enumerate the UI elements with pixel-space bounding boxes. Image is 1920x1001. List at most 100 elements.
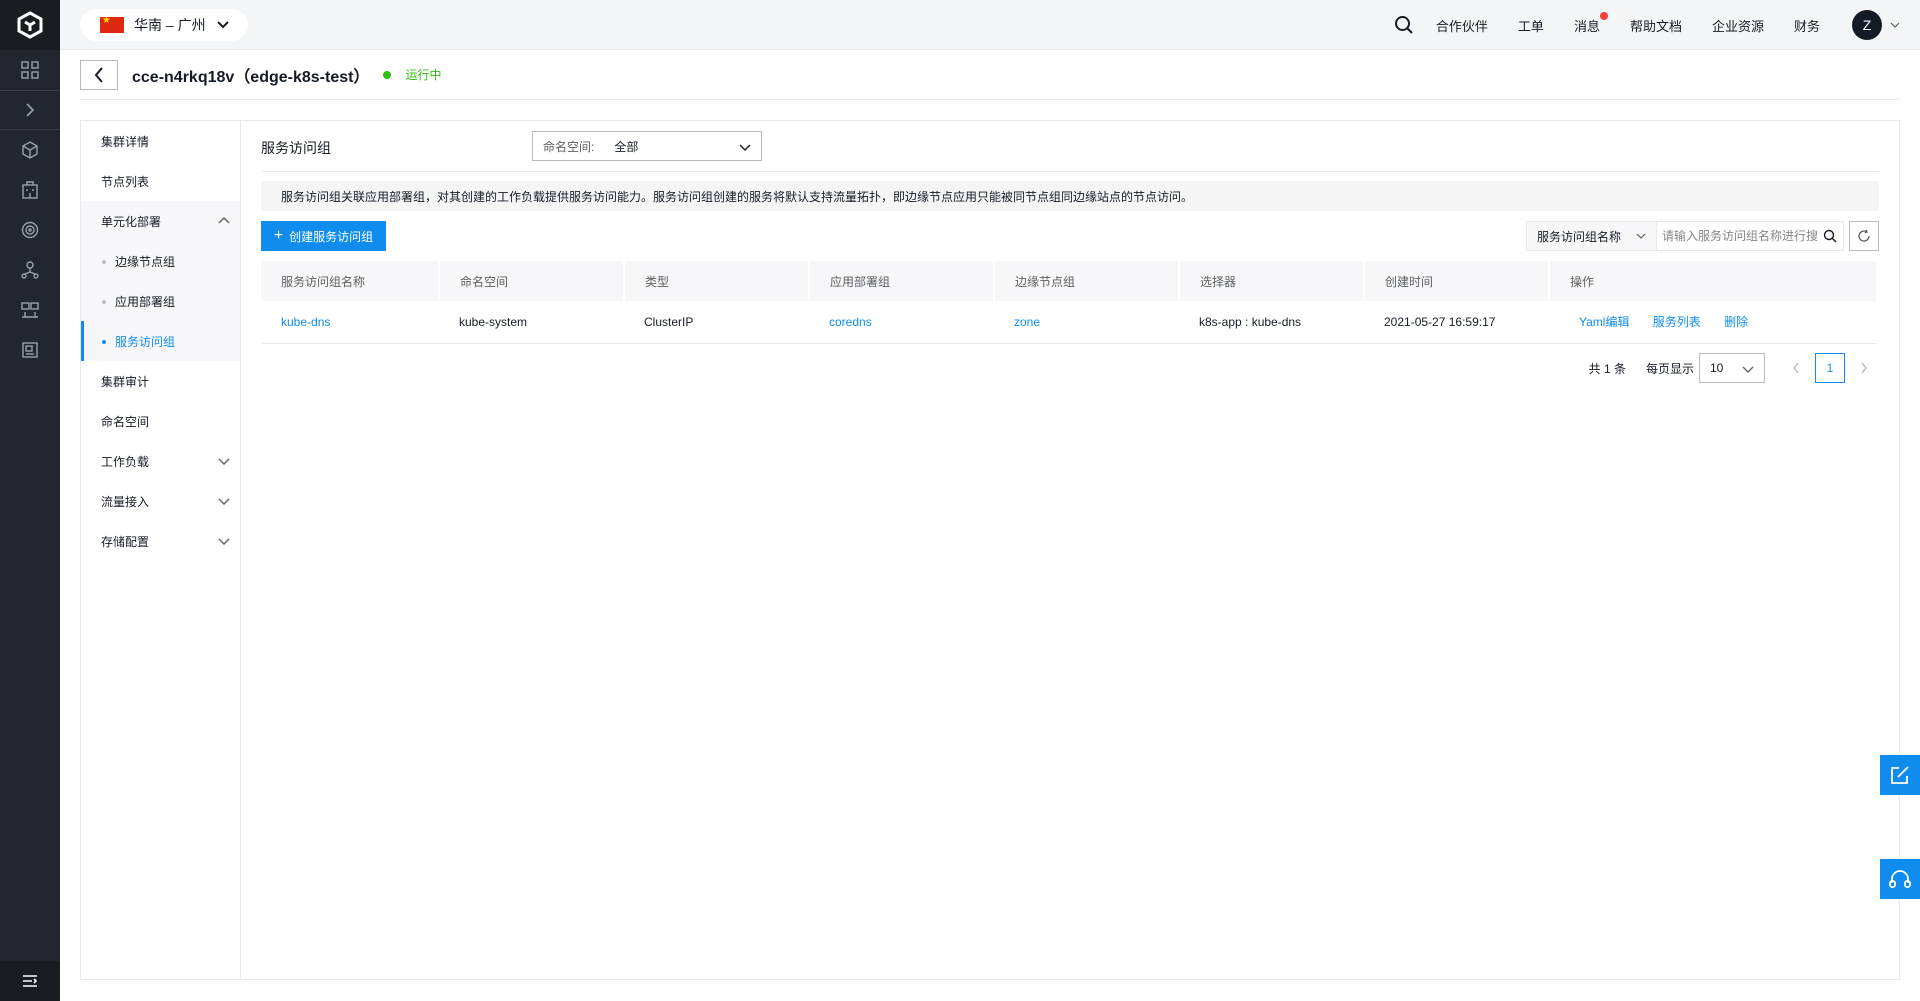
cell-deploy-group: coredns <box>809 301 994 344</box>
page-size-select[interactable]: 10 <box>1699 353 1765 383</box>
search-group: 服务访问组名称 <box>1526 221 1844 251</box>
edit-icon <box>1891 766 1909 784</box>
page-size-value: 10 <box>1710 361 1724 375</box>
subnav-unit-deploy[interactable]: 单元化部署 <box>81 201 240 241</box>
nav-partners[interactable]: 合作伙伴 <box>1436 16 1488 35</box>
subnav-service-access-group[interactable]: 服务访问组 <box>81 321 240 361</box>
subnav-namespace[interactable]: 命名空间 <box>81 401 240 441</box>
main-panel: 集群详情 节点列表 单元化部署 边缘节点组 应用部署组 服务访问组 集群审计 命… <box>80 120 1900 980</box>
pagination: 共 1 条 每页显示 10 1 <box>1589 353 1879 383</box>
rail-item-target[interactable] <box>0 210 60 250</box>
deploy-group-link[interactable]: coredns <box>829 315 872 329</box>
service-access-group-table: 服务访问组名称 命名空间 类型 应用部署组 边缘节点组 选择器 创建时间 操作 … <box>261 261 1878 344</box>
global-search-button[interactable] <box>1394 15 1414 35</box>
namespace-select-label: 命名空间: <box>543 139 595 154</box>
service-name-link[interactable]: kube-dns <box>281 315 330 329</box>
unread-dot <box>1599 11 1608 20</box>
avatar[interactable]: Z <box>1852 10 1882 40</box>
cell-namespace: kube-system <box>439 301 624 344</box>
page-number-button[interactable]: 1 <box>1815 353 1845 383</box>
nav-help-docs[interactable]: 帮助文档 <box>1630 16 1682 35</box>
edge-group-link[interactable]: zone <box>1014 315 1040 329</box>
cluster-subnav: 集群详情 节点列表 单元化部署 边缘节点组 应用部署组 服务访问组 集群审计 命… <box>81 121 241 979</box>
rail-item-building[interactable] <box>0 170 60 210</box>
namespace-select[interactable]: 命名空间: 全部 <box>532 131 762 161</box>
chevron-up-icon <box>218 217 230 224</box>
prev-page-button[interactable] <box>1781 353 1811 383</box>
subnav-node-list[interactable]: 节点列表 <box>81 161 240 201</box>
cell-created: 2021-05-27 16:59:17 <box>1364 301 1549 344</box>
cell-operations: Yaml编辑 服务列表 删除 <box>1549 301 1877 344</box>
chevron-down-icon <box>218 538 230 545</box>
plus-icon: + <box>273 227 284 244</box>
grid-icon <box>21 61 39 79</box>
create-button-label: 创建服务访问组 <box>289 229 374 244</box>
col-namespace: 命名空间 <box>439 261 625 301</box>
rail-menu-button[interactable] <box>0 961 60 1001</box>
col-operations: 操作 <box>1549 261 1878 301</box>
col-selector: 选择器 <box>1179 261 1365 301</box>
subnav-workload[interactable]: 工作负载 <box>81 441 240 481</box>
search-field-select[interactable]: 服务访问组名称 <box>1527 222 1657 250</box>
refresh-button[interactable] <box>1849 221 1879 251</box>
storage-icon <box>22 342 38 358</box>
menu-icon <box>23 975 38 987</box>
chevron-down-icon[interactable] <box>1890 20 1900 30</box>
logo[interactable] <box>0 0 60 50</box>
col-edge-group: 边缘节点组 <box>994 261 1180 301</box>
nav-tickets[interactable]: 工单 <box>1518 16 1544 35</box>
service-list-link[interactable]: 服务列表 <box>1653 315 1701 329</box>
rail-expand-button[interactable] <box>0 90 60 130</box>
subnav-unit-deploy-label: 单元化部署 <box>101 214 162 229</box>
pagination-total: 共 1 条 <box>1588 361 1626 376</box>
region-selector[interactable]: 华南 – 广州 <box>80 9 248 41</box>
monitor-icon <box>21 302 39 318</box>
cell-selector: k8s-app : kube-dns <box>1179 301 1364 344</box>
info-tip: 服务访问组关联应用部署组，对其创建的工作负载提供服务访问能力。服务访问组创建的服… <box>261 181 1879 211</box>
search-field-label: 服务访问组名称 <box>1537 229 1622 244</box>
create-service-access-group-button[interactable]: + 创建服务访问组 <box>261 221 386 251</box>
target-icon <box>21 221 39 239</box>
chevron-down-icon <box>218 498 230 505</box>
nav-finance[interactable]: 财务 <box>1794 16 1820 35</box>
table-header-row: 服务访问组名称 命名空间 类型 应用部署组 边缘节点组 选择器 创建时间 操作 <box>261 261 1878 301</box>
back-button[interactable] <box>80 59 118 90</box>
subnav-edge-node-group[interactable]: 边缘节点组 <box>81 241 240 281</box>
cell-edge-group: zone <box>994 301 1179 344</box>
cube-icon <box>22 141 38 159</box>
chevron-right-icon <box>26 103 35 117</box>
next-page-button[interactable] <box>1849 353 1879 383</box>
subnav-traffic-ingress[interactable]: 流量接入 <box>81 481 240 521</box>
yaml-edit-link[interactable]: Yaml编辑 <box>1579 315 1629 329</box>
left-rail <box>0 0 60 1001</box>
search-submit-button[interactable] <box>1817 222 1843 250</box>
network-icon <box>21 261 39 279</box>
search-input[interactable] <box>1657 222 1817 250</box>
nav-messages-label: 消息 <box>1573 18 1600 34</box>
subnav-workload-label: 工作负载 <box>101 454 150 469</box>
subnav-traffic-ingress-label: 流量接入 <box>101 494 150 509</box>
content-area: 服务访问组 命名空间: 全部 服务访问组关联应用部署组，对其创建的工作负载提供服… <box>241 121 1899 979</box>
rail-item-dashboard[interactable] <box>0 50 60 90</box>
nav-messages[interactable]: 消息 <box>1573 11 1608 35</box>
subnav-app-deploy-group[interactable]: 应用部署组 <box>81 281 240 321</box>
rail-item-cube[interactable] <box>0 130 60 170</box>
subnav-cluster-audit[interactable]: 集群审计 <box>81 361 240 401</box>
refresh-icon <box>1858 229 1870 242</box>
nav-enterprise-resources[interactable]: 企业资源 <box>1712 16 1764 35</box>
chevron-down-icon <box>1742 366 1754 373</box>
rail-item-monitor[interactable] <box>0 290 60 330</box>
region-label: 华南 – 广州 <box>134 17 206 33</box>
search-icon <box>1394 16 1413 34</box>
delete-link[interactable]: 删除 <box>1724 315 1748 329</box>
chevron-left-icon <box>1793 362 1799 374</box>
china-flag-icon <box>100 15 124 33</box>
subnav-storage-config[interactable]: 存储配置 <box>81 521 240 561</box>
feedback-button[interactable] <box>1880 755 1920 795</box>
subnav-storage-config-label: 存储配置 <box>101 534 150 549</box>
customer-service-button[interactable] <box>1880 859 1920 899</box>
rail-item-storage[interactable] <box>0 330 60 370</box>
rail-item-network[interactable] <box>0 250 60 290</box>
chevron-down-icon <box>1636 233 1646 239</box>
subnav-cluster-detail[interactable]: 集群详情 <box>81 121 240 161</box>
